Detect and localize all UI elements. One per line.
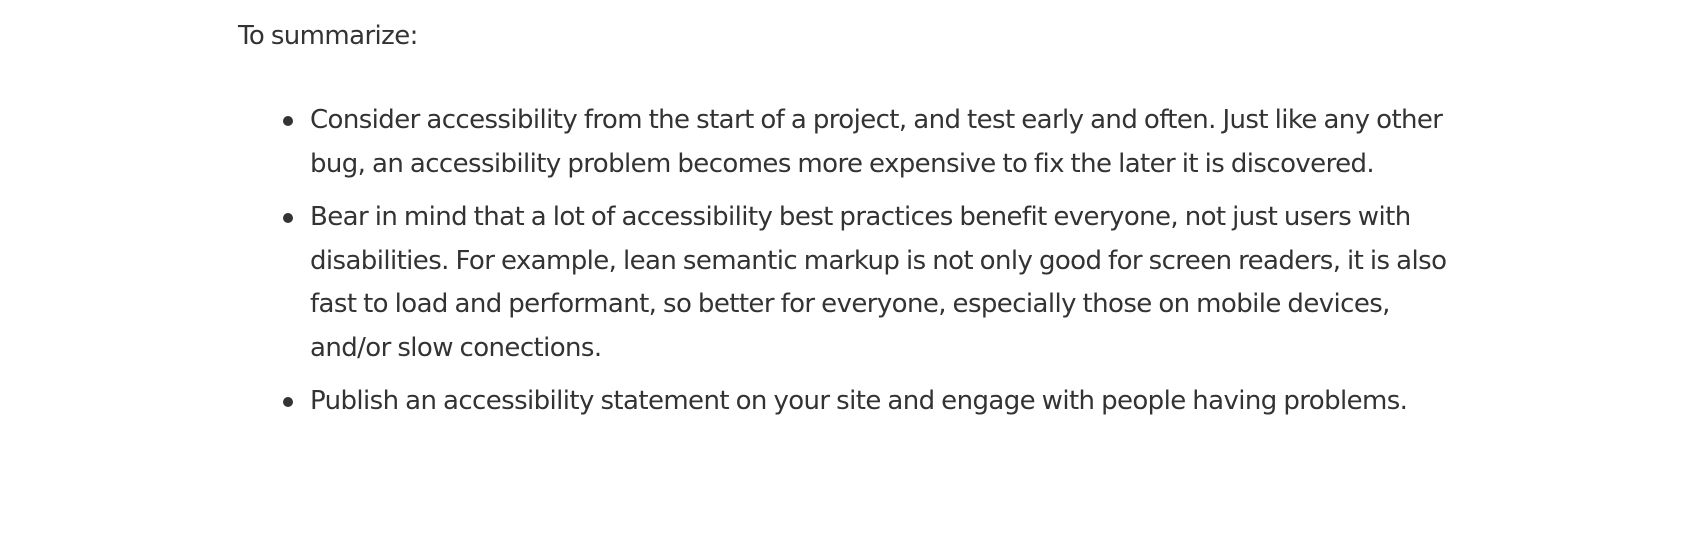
bullet-icon <box>283 397 293 407</box>
list-item: Consider accessibility from the start of… <box>283 99 1458 186</box>
bullet-icon <box>283 116 293 126</box>
summary-list: Consider accessibility from the start of… <box>238 99 1458 424</box>
list-item: Publish an accessibility statement on yo… <box>283 380 1458 424</box>
list-item-text: Publish an accessibility statement on yo… <box>310 386 1408 416</box>
article-content: To summarize: Consider accessibility fro… <box>238 16 1458 434</box>
list-item-text: Bear in mind that a lot of accessibility… <box>310 202 1447 363</box>
list-item: Bear in mind that a lot of accessibility… <box>283 196 1458 370</box>
bullet-icon <box>283 213 293 223</box>
list-item-text: Consider accessibility from the start of… <box>310 105 1443 179</box>
summary-intro: To summarize: <box>238 21 418 51</box>
